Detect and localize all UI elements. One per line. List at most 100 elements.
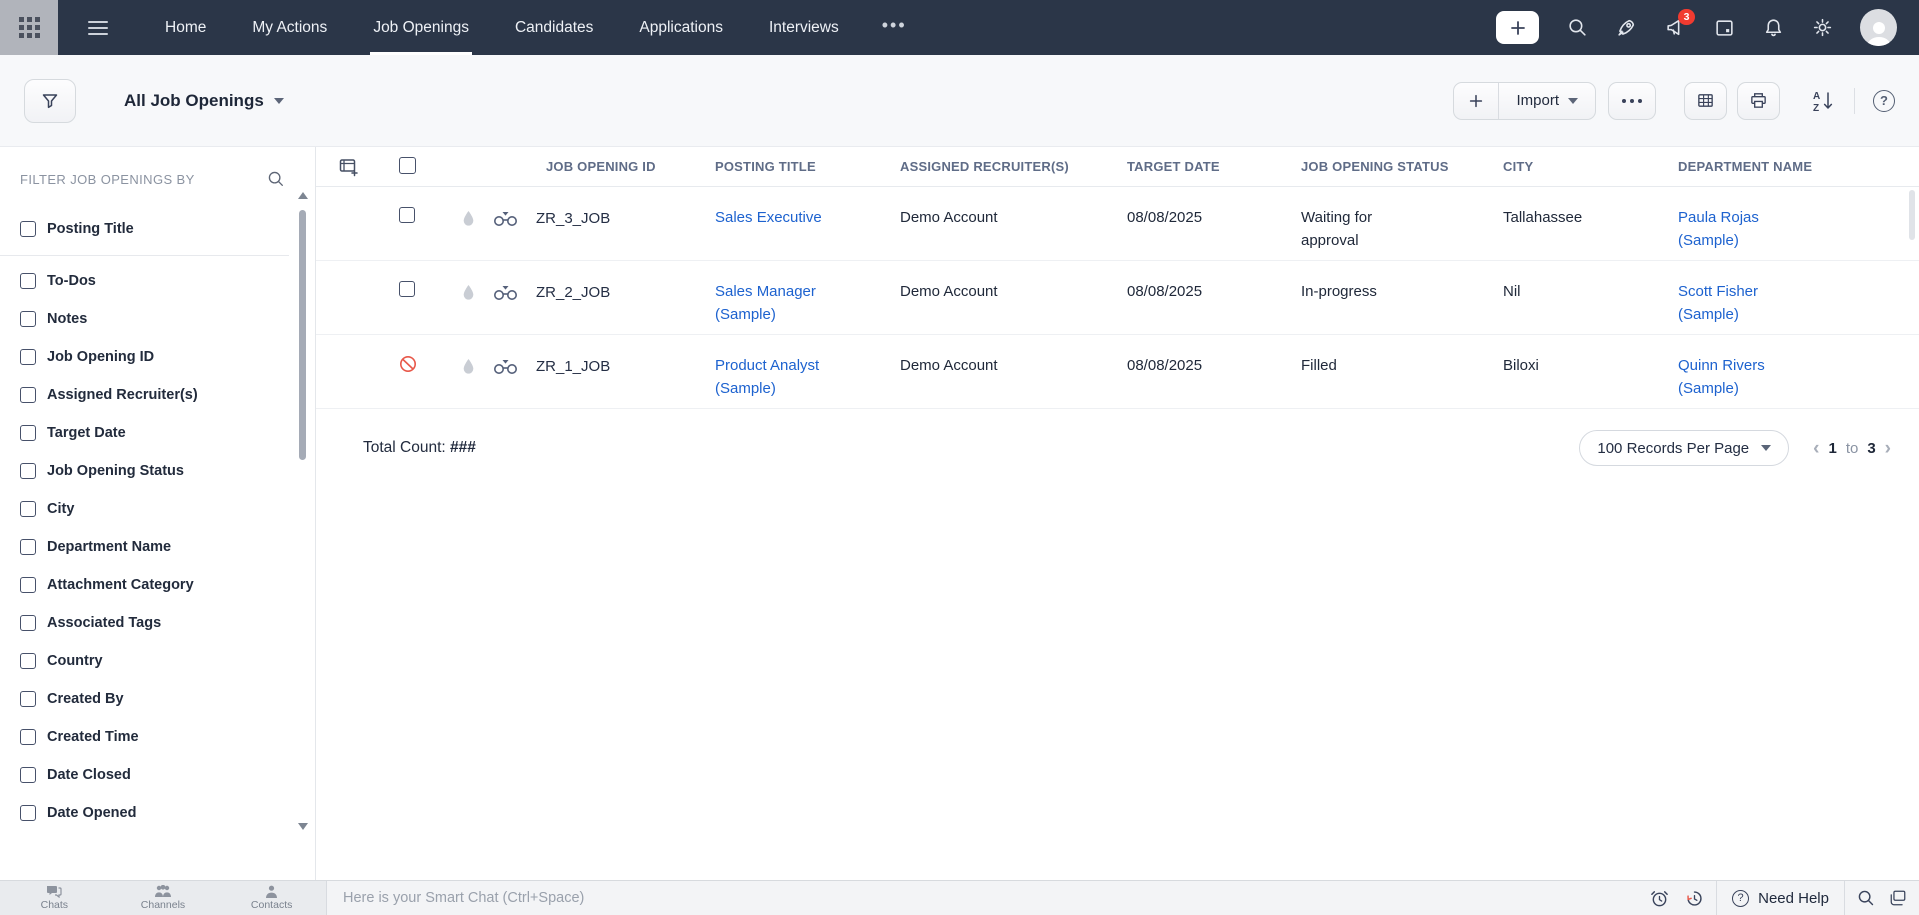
filter-option[interactable]: Attachment Category xyxy=(0,566,315,604)
row-checkbox[interactable] xyxy=(399,207,415,223)
previous-page-button[interactable]: ‹ xyxy=(1813,439,1819,458)
col-header-target-date[interactable]: TARGET DATE xyxy=(1117,159,1291,174)
filter-option[interactable]: Date Closed xyxy=(0,756,315,794)
sidebar-search-icon[interactable] xyxy=(267,170,285,188)
calendar-button[interactable] xyxy=(1713,17,1735,39)
col-header-posting-title[interactable]: POSTING TITLE xyxy=(705,159,890,174)
chat-windows-button[interactable] xyxy=(1889,889,1907,907)
channels-button[interactable]: Channels xyxy=(118,885,208,911)
checkbox[interactable] xyxy=(20,539,36,555)
filter-option[interactable]: Department Name xyxy=(0,528,315,566)
posting-title-link[interactable]: Sales Executive xyxy=(715,206,822,229)
chats-button[interactable]: Chats xyxy=(9,885,99,911)
checkbox[interactable] xyxy=(20,221,36,237)
checkbox[interactable] xyxy=(20,501,36,517)
reminders-button[interactable] xyxy=(1650,889,1669,908)
table-row[interactable]: ZR_3_JOB Sales Executive Demo Account 08… xyxy=(316,187,1919,261)
add-job-opening-button[interactable] xyxy=(1454,83,1499,119)
binoculars-preview-icon[interactable] xyxy=(493,285,519,301)
checkbox[interactable] xyxy=(20,767,36,783)
checkbox[interactable] xyxy=(20,691,36,707)
records-per-page-dropdown[interactable]: 100 Records Per Page xyxy=(1579,430,1789,466)
nav-tab-my-actions[interactable]: My Actions xyxy=(229,0,350,55)
filter-option[interactable]: Job Opening Status xyxy=(0,452,315,490)
checkbox[interactable] xyxy=(20,805,36,821)
print-button[interactable] xyxy=(1737,82,1780,120)
checkbox[interactable] xyxy=(20,311,36,327)
scrollbar-thumb[interactable] xyxy=(299,210,306,460)
posting-title-link[interactable]: Sales Manager (Sample) xyxy=(715,280,837,326)
checkbox[interactable] xyxy=(20,387,36,403)
binoculars-preview-icon[interactable] xyxy=(493,211,519,227)
recent-activity-button[interactable] xyxy=(1685,889,1704,908)
table-scrollbar-thumb[interactable] xyxy=(1909,190,1915,240)
posting-title-link[interactable]: Product Analyst (Sample) xyxy=(715,354,837,400)
department-link[interactable]: Quinn Rivers (Sample) xyxy=(1678,354,1800,400)
smart-chat-bar[interactable] xyxy=(327,881,1650,915)
sort-button[interactable]: AZ xyxy=(1810,89,1836,113)
filter-option-pinned[interactable]: Posting Title xyxy=(0,210,315,248)
nav-tab-candidates[interactable]: Candidates xyxy=(492,0,616,55)
checkbox[interactable] xyxy=(20,577,36,593)
next-page-button[interactable]: › xyxy=(1885,439,1891,458)
filter-option[interactable]: City xyxy=(0,490,315,528)
add-column-button[interactable] xyxy=(316,156,380,178)
more-actions-button[interactable] xyxy=(1608,82,1656,120)
quick-create-button[interactable] xyxy=(1496,11,1539,44)
checkbox[interactable] xyxy=(20,273,36,289)
binoculars-preview-icon[interactable] xyxy=(493,359,519,375)
help-button[interactable]: ? xyxy=(1873,90,1895,112)
table-row[interactable]: ZR_2_JOB Sales Manager (Sample) Demo Acc… xyxy=(316,261,1919,335)
nav-more-button[interactable]: ••• xyxy=(862,0,927,55)
scroll-up-arrow-icon[interactable] xyxy=(298,192,308,199)
checkbox[interactable] xyxy=(20,349,36,365)
sidebar-scrollbar[interactable] xyxy=(297,192,309,830)
filter-option[interactable]: Created Time xyxy=(0,718,315,756)
select-all-checkbox[interactable] xyxy=(399,157,416,174)
filter-option[interactable]: Associated Tags xyxy=(0,604,315,642)
department-link[interactable]: Paula Rojas (Sample) xyxy=(1678,206,1800,252)
view-selector[interactable]: All Job Openings xyxy=(124,91,284,111)
col-header-job-opening-status[interactable]: JOB OPENING STATUS xyxy=(1291,159,1493,174)
filter-option[interactable]: Target Date xyxy=(0,414,315,452)
need-help-button[interactable]: ? Need Help xyxy=(1716,881,1845,915)
table-row[interactable]: ZR_1_JOB Product Analyst (Sample) Demo A… xyxy=(316,335,1919,409)
notifications-button[interactable] xyxy=(1762,17,1784,39)
checkbox[interactable] xyxy=(20,729,36,745)
col-header-job-opening-id[interactable]: JOB OPENING ID xyxy=(440,159,705,174)
checkbox[interactable] xyxy=(20,425,36,441)
menu-toggle-button[interactable] xyxy=(88,21,108,35)
chat-search-button[interactable] xyxy=(1857,889,1875,907)
nav-tab-interviews[interactable]: Interviews xyxy=(746,0,862,55)
smart-chat-input[interactable] xyxy=(343,890,943,906)
filter-option[interactable]: Created By xyxy=(0,680,315,718)
checkbox[interactable] xyxy=(20,653,36,669)
table-view-button[interactable] xyxy=(1684,82,1727,120)
row-checkbox[interactable] xyxy=(399,281,415,297)
checkbox[interactable] xyxy=(20,615,36,631)
filter-option[interactable]: Assigned Recruiter(s) xyxy=(0,376,315,414)
col-header-department-name[interactable]: DEPARTMENT NAME xyxy=(1668,159,1919,174)
nav-tab-job-openings[interactable]: Job Openings xyxy=(350,0,492,55)
contacts-button[interactable]: Contacts xyxy=(227,885,317,911)
settings-button[interactable] xyxy=(1811,17,1833,39)
whats-new-button[interactable] xyxy=(1615,17,1637,39)
col-header-assigned-recruiters[interactable]: ASSIGNED RECRUITER(S) xyxy=(890,159,1117,174)
scroll-down-arrow-icon[interactable] xyxy=(298,823,308,830)
filter-option[interactable]: Date Opened xyxy=(0,794,315,832)
checkbox[interactable] xyxy=(20,463,36,479)
nav-tab-applications[interactable]: Applications xyxy=(616,0,746,55)
filter-option[interactable]: To-Dos xyxy=(0,262,315,300)
user-avatar[interactable] xyxy=(1860,9,1897,46)
filter-toggle-button[interactable] xyxy=(24,79,76,123)
filter-option[interactable]: Job Opening ID xyxy=(0,338,315,376)
nav-tab-home[interactable]: Home xyxy=(142,0,229,55)
search-button[interactable] xyxy=(1566,17,1588,39)
department-link[interactable]: Scott Fisher (Sample) xyxy=(1678,280,1800,326)
filter-option[interactable]: Notes xyxy=(0,300,315,338)
announcements-button[interactable]: 3 xyxy=(1664,17,1686,39)
import-button[interactable]: Import xyxy=(1499,83,1595,119)
col-header-city[interactable]: CITY xyxy=(1493,159,1668,174)
filter-option[interactable]: Country xyxy=(0,642,315,680)
app-launcher-button[interactable] xyxy=(0,0,58,55)
